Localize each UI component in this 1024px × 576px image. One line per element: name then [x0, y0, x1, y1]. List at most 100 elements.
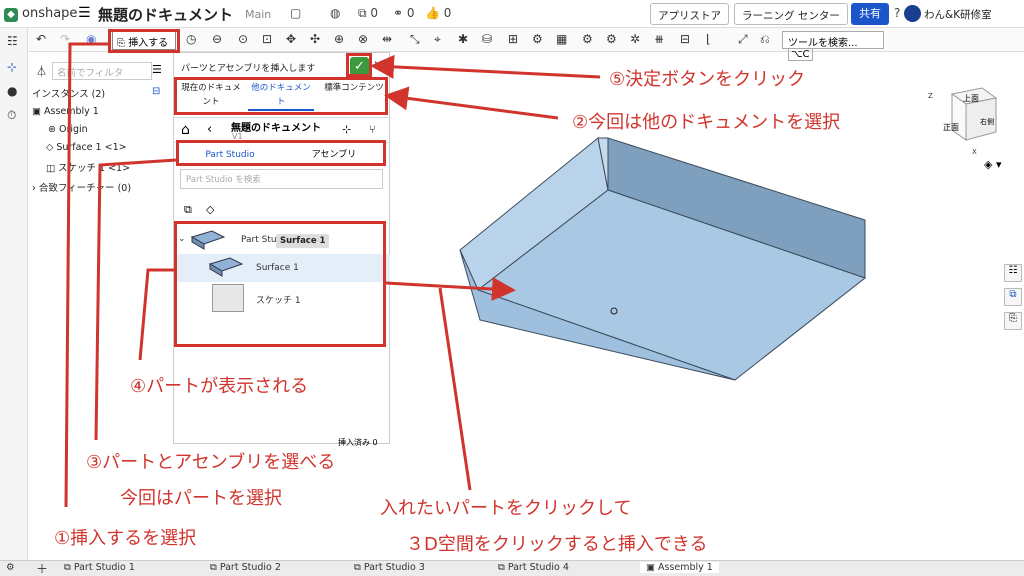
3d-model-surface[interactable] [450, 130, 880, 390]
tab-part-studio-1[interactable]: ⧉ Part Studio 1 [64, 562, 135, 573]
home-icon[interactable]: ⌂ [181, 122, 190, 138]
user-name[interactable]: わん&K研修室 [924, 7, 992, 22]
screw-relation-icon[interactable]: ✲ [630, 32, 640, 46]
annotation-box-subtabs [176, 140, 386, 166]
document-name: 無題のドキュメント [231, 123, 321, 134]
tree-item-assembly[interactable]: ▣ Assembly 1 [32, 106, 99, 117]
annotation-step5: ⑤決定ボタンをクリック [609, 69, 806, 90]
comments-icon[interactable]: ● [7, 84, 17, 98]
learning-center-button[interactable]: ラーニング センター [734, 3, 848, 25]
pin-slot-mate-icon[interactable]: ⊕ [334, 32, 344, 46]
like-icon[interactable]: 👍 0 [425, 6, 451, 20]
axis-z: Z [928, 92, 933, 100]
close-icon[interactable]: ✕ [373, 58, 383, 72]
list-view-icon[interactable]: ☰ [152, 63, 162, 76]
document-title[interactable]: 無題のドキュメント [98, 4, 233, 25]
annotation-step2: ②今回は他のドキュメントを選択 [572, 112, 841, 133]
mate-connector-icon[interactable]: ⌖ [434, 32, 441, 47]
cylindrical-mate-icon[interactable]: ✣ [310, 32, 320, 46]
tab-part-studio-3[interactable]: ⧉ Part Studio 3 [354, 562, 425, 573]
view-options-icon[interactable]: ◈ ▾ [984, 158, 1001, 171]
ball-mate-icon[interactable]: ⊗ [358, 32, 368, 46]
add-folder-icon[interactable]: ⊟ [152, 86, 160, 97]
tree-item-sketch[interactable]: ◫ スケッチ 1 <1> [46, 160, 130, 174]
copy-icon[interactable]: ⧉ 0 [358, 6, 378, 21]
mate-icon[interactable]: ◷ [186, 32, 196, 46]
tab-part-studio-2[interactable]: ⧉ Part Studio 2 [210, 562, 281, 573]
menu-icon[interactable]: ☰ [78, 5, 91, 21]
mates-panel-icon[interactable]: ⎘ [1004, 312, 1022, 330]
filter-input[interactable]: 名前でフィルタ [52, 62, 152, 80]
annotation-step3-line1: ③パートとアセンブリを選べる [86, 452, 336, 473]
annotation-box-parts [174, 221, 386, 347]
section-icon[interactable]: ⊟ [680, 32, 690, 46]
replicate-icon[interactable]: ⛁ [482, 32, 492, 46]
filter-parts-icon[interactable]: ⧉ [184, 203, 192, 217]
redo-icon[interactable]: ↷ [60, 32, 70, 46]
explode-icon[interactable]: ▦ [556, 32, 567, 46]
tool-search-input[interactable]: ツールを検索... ⌥C [782, 31, 884, 61]
fastened-mate-icon[interactable]: ⊖ [212, 32, 222, 46]
share-button[interactable]: 共有 [851, 3, 889, 25]
group-icon[interactable]: ✱ [458, 32, 468, 46]
relation-icon[interactable]: ⚙ [532, 32, 543, 46]
named-positions-icon[interactable]: ⎌ [760, 32, 770, 47]
annotation-box-tabs [174, 77, 388, 115]
annotation-step6-line2: ３D空間をクリックすると挿入できる [406, 534, 708, 555]
view-cube[interactable]: 上面 正面 右側 Z X [928, 84, 1006, 156]
tree-item-surface[interactable]: ◇ Surface 1 <1> [46, 142, 127, 153]
tab-settings-icon[interactable]: ⚙ [6, 562, 15, 573]
slider-mate-icon[interactable]: ⊡ [262, 32, 272, 46]
rack-pinion-icon[interactable]: ⚙ [606, 32, 617, 46]
onshape-icon: ◆ [4, 8, 18, 22]
tab-part-studio-4[interactable]: ⧉ Part Studio 4 [498, 562, 569, 573]
display-state-icon[interactable]: ⤢ [738, 32, 748, 47]
versions-icon[interactable]: ▢ [290, 6, 301, 20]
globe-icon[interactable]: ◍ [330, 6, 340, 20]
annotation-box-insert [108, 29, 180, 53]
filter-surfaces-icon[interactable]: ◇ [206, 203, 214, 216]
insert-part-icon[interactable]: ⊹ [342, 123, 351, 136]
cube-panel-icon[interactable]: ⧉ [1004, 288, 1022, 306]
gear-icon[interactable]: ⚙ [582, 32, 593, 46]
timer-icon[interactable]: ⏱ [7, 108, 16, 123]
help-icon[interactable]: ? [894, 6, 900, 20]
annotation-step6-line1: 入れたいパートをクリックして [380, 498, 632, 519]
view-cube-front: 正面 [943, 123, 959, 132]
tangent-mate-icon[interactable]: ⤡ [410, 32, 420, 47]
view-cube-right: 右側 [980, 118, 994, 126]
add-tab-icon[interactable]: ＋ [36, 560, 48, 576]
tab-assembly-1[interactable]: ▣ Assembly 1 [640, 562, 719, 573]
branch-icon[interactable]: ⑂ [369, 123, 376, 136]
mates-header[interactable]: › 合致フィーチャー (0) [32, 180, 131, 194]
onshape-logo[interactable]: ◆ onshape [4, 6, 77, 22]
view-icon[interactable]: ◉ [86, 32, 96, 46]
measure-icon[interactable]: ⌊ [706, 32, 711, 46]
undo-icon[interactable]: ↶ [36, 32, 46, 46]
view-cube-top: 上面 [963, 94, 979, 103]
link-icon[interactable]: ⚭ 0 [393, 6, 415, 20]
parallel-mate-icon[interactable]: ⇹ [382, 32, 392, 46]
inserted-count: 挿入済み 0 [338, 438, 378, 447]
annotation-step4: ④パートが表示される [130, 376, 309, 397]
part-studio-search-input[interactable]: Part Studio を検索 [180, 169, 383, 189]
appearance-panel-icon[interactable]: ☷ [1004, 264, 1022, 282]
avatar[interactable] [904, 5, 921, 22]
branch-label[interactable]: Main [245, 8, 271, 21]
appstore-button[interactable]: アプリストア [650, 3, 729, 25]
annotation-step3-line2: 今回はパートを選択 [120, 488, 282, 509]
instances-header[interactable]: インスタンス (2) [32, 86, 105, 100]
planar-mate-icon[interactable]: ✥ [286, 32, 296, 46]
linear-relation-icon[interactable]: ⧻ [654, 32, 664, 46]
tree-item-origin[interactable]: ⊛ Origin [48, 124, 88, 135]
annotation-box-confirm [346, 53, 372, 77]
revolute-mate-icon[interactable]: ⊙ [238, 32, 248, 46]
add-feature-icon[interactable]: ⊹ [7, 60, 17, 74]
axis-x: X [972, 148, 977, 156]
back-icon[interactable]: ‹ [207, 122, 212, 137]
annotation-step1: ①挿入するを選択 [54, 528, 197, 549]
feature-list-icon[interactable]: ☷ [7, 34, 18, 48]
dialog-title: パーツとアセンブリを挿入します [181, 64, 316, 74]
pattern-icon[interactable]: ⊞ [508, 32, 518, 46]
filter-icon[interactable]: ⏃ [36, 63, 47, 79]
